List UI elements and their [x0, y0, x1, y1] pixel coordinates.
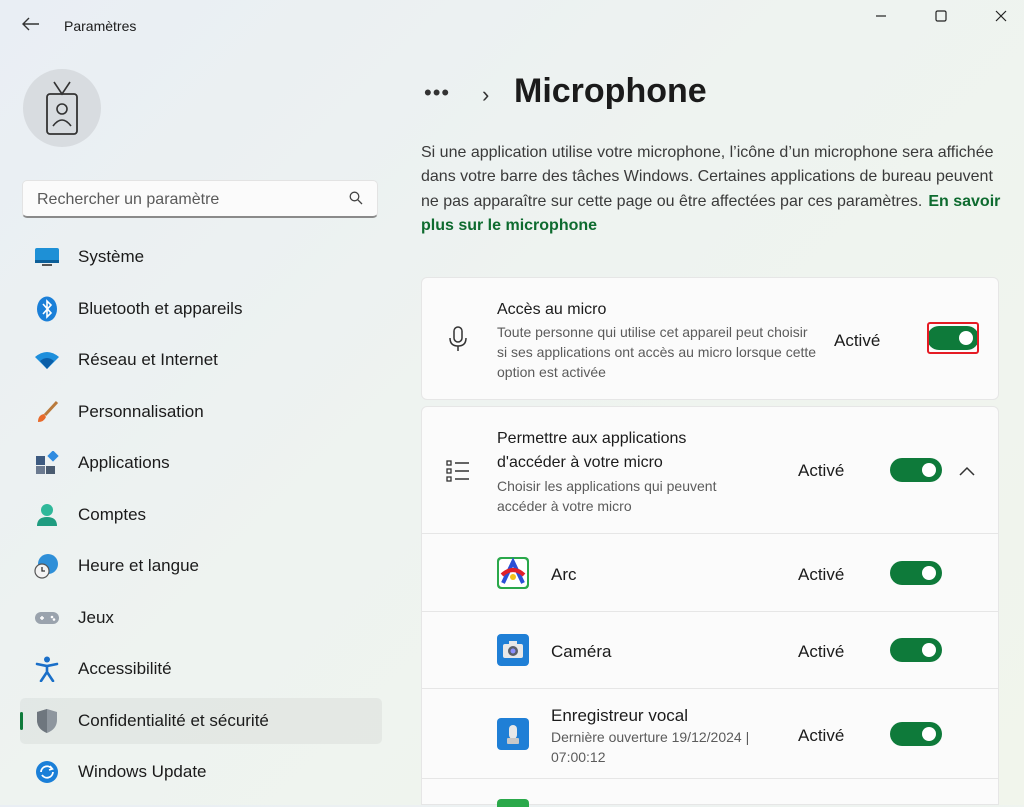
sidebar-item-label: Système	[78, 247, 145, 266]
sidebar-item-heure[interactable]: Heure et langue	[20, 543, 382, 589]
search-input[interactable]	[35, 188, 339, 212]
sidebar-item-label: Jeux	[78, 607, 114, 627]
app-state: Activé	[798, 565, 845, 584]
wifi-icon	[34, 348, 60, 372]
search-icon[interactable]	[349, 191, 363, 210]
apps-access-toggle[interactable]	[890, 458, 942, 482]
camera-toggle[interactable]	[890, 638, 942, 662]
minimize-button[interactable]	[858, 0, 904, 32]
sidebar-item-reseau[interactable]: Réseau et Internet	[20, 337, 382, 383]
voice-recorder-toggle[interactable]	[890, 722, 942, 746]
app-row-next	[421, 779, 999, 807]
apps-access-title: Permettre aux applications d'accéder à v…	[497, 430, 687, 471]
maximize-icon	[935, 10, 947, 22]
sidebar-item-applications[interactable]: Applications	[20, 440, 382, 486]
sidebar-item-comptes[interactable]: Comptes	[20, 492, 382, 538]
camera-app-icon	[497, 634, 529, 666]
person-icon	[34, 503, 60, 527]
sidebar-item-label: Confidentialité et sécurité	[78, 710, 269, 730]
app-name: Arc	[551, 565, 577, 584]
app-name: Enregistreur vocal	[551, 706, 689, 725]
page-title: Microphone	[514, 72, 707, 110]
list-icon	[446, 459, 470, 483]
shield-icon	[34, 708, 60, 733]
apps-access-state: Activé	[798, 461, 845, 480]
gamepad-icon	[34, 606, 60, 630]
sidebar-nav: Système Bluetooth et appareils Réseau et…	[20, 234, 382, 801]
sidebar-item-windows-update[interactable]: Windows Update	[20, 749, 382, 795]
sidebar-item-label: Bluetooth et appareils	[78, 298, 243, 318]
sidebar-item-label: Applications	[78, 453, 170, 472]
back-arrow-icon	[22, 15, 40, 36]
arc-app-icon	[497, 557, 529, 589]
title-bar: Paramètres	[0, 0, 1024, 44]
update-icon	[34, 760, 60, 784]
bluetooth-icon	[34, 296, 60, 321]
sidebar-item-confidentialite[interactable]: Confidentialité et sécurité	[20, 697, 382, 744]
sidebar-item-label: Réseau et Internet	[78, 350, 218, 369]
sidebar-item-label: Windows Update	[78, 762, 207, 781]
globe-clock-icon	[34, 554, 60, 579]
chevron-up-icon[interactable]	[959, 463, 975, 481]
voice-recorder-app-icon	[497, 718, 529, 750]
sidebar-item-jeux[interactable]: Jeux	[20, 595, 382, 641]
app-title: Paramètres	[64, 18, 137, 34]
next-app-icon	[497, 799, 529, 807]
mic-access-title: Accès au micro	[497, 301, 607, 318]
apps-icon	[34, 451, 60, 475]
id-badge-icon	[46, 81, 78, 135]
page-description: Si une application utilise votre microph…	[421, 141, 1011, 238]
close-icon	[995, 10, 1007, 22]
sidebar-item-label: Personnalisation	[78, 401, 204, 421]
monitor-icon	[34, 245, 60, 269]
apps-access-subtitle: Choisir les applications qui peuvent acc…	[497, 478, 717, 514]
sidebar-item-personnalisation[interactable]: Personnalisation	[20, 389, 382, 435]
microphone-icon	[446, 326, 470, 351]
app-name: Caméra	[551, 642, 612, 661]
sidebar-item-label: Comptes	[78, 504, 147, 524]
back-button[interactable]	[14, 10, 48, 40]
sidebar-item-bluetooth[interactable]: Bluetooth et appareils	[20, 286, 382, 332]
app-detail: Dernière ouverture 19/12/2024 | 07:00:12	[551, 729, 750, 765]
close-button[interactable]	[978, 0, 1024, 32]
sidebar-item-accessibilite[interactable]: Accessibilité	[20, 646, 382, 692]
description-text: Si une application utilise votre microph…	[421, 144, 994, 210]
accessibility-icon	[34, 656, 60, 682]
search-box[interactable]	[22, 180, 378, 218]
arc-toggle[interactable]	[890, 561, 942, 585]
mic-access-card: Accès au micro Toute personne qui utilis…	[421, 277, 999, 400]
maximize-button[interactable]	[918, 0, 964, 32]
avatar[interactable]	[23, 69, 101, 147]
app-state: Activé	[798, 726, 845, 745]
sidebar-item-label: Heure et langue	[78, 556, 199, 575]
paintbrush-icon	[34, 400, 60, 424]
mic-access-state: Activé	[834, 331, 881, 350]
minimize-icon	[876, 15, 886, 17]
sidebar-item-label: Accessibilité	[78, 659, 172, 678]
sidebar-item-systeme[interactable]: Système	[20, 234, 382, 280]
app-state: Activé	[798, 642, 845, 661]
mic-access-subtitle: Toute personne qui utilise cet appareil …	[497, 324, 817, 380]
highlight-box	[927, 322, 979, 354]
breadcrumb-ellipsis-button[interactable]: •••	[424, 80, 450, 106]
chevron-right-icon: ›	[482, 82, 490, 107]
